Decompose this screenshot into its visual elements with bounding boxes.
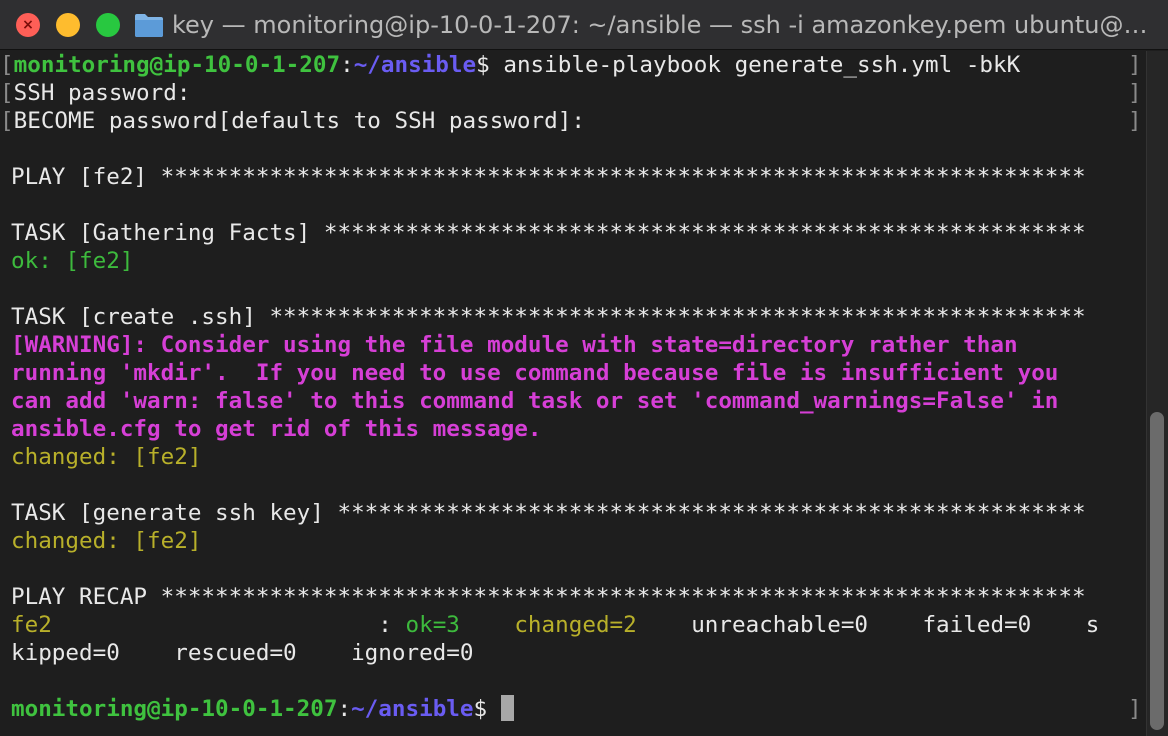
warning-line-2: running 'mkdir'. If you need to use comm…: [11, 360, 1059, 386]
recap-failed: failed=0: [922, 612, 1032, 638]
prompt-colon: :: [337, 696, 352, 722]
prompt-path: ~/ansible: [353, 52, 477, 78]
recap-gap: [868, 612, 922, 638]
recap-separator: :: [51, 612, 406, 638]
play-recap-header: PLAY RECAP *****************************…: [11, 584, 1086, 610]
prompt-colon: :: [340, 52, 354, 78]
command-text: ansible-playbook generate_ssh.yml -bkK: [489, 52, 1021, 78]
prompt-dollar: $: [476, 52, 490, 78]
window-title: key — monitoring@ip-10-0-1-207: ~/ansibl…: [172, 11, 1156, 39]
active-prompt[interactable]: monitoring@ip-10-0-1-207:~/ansible$: [11, 695, 514, 723]
terminal-content[interactable]: [monitoring@ip-10-0-1-207:~/ansible$ ans…: [0, 51, 1146, 736]
close-button[interactable]: ×: [16, 13, 40, 37]
title-bar[interactable]: × key — monitoring@ip-10-0-1-207: ~/ansi…: [0, 0, 1168, 50]
become-password-prompt: BECOME password[defaults to SSH password…: [13, 108, 585, 134]
prompt-user-host: monitoring@ip-10-0-1-207: [13, 52, 341, 78]
close-icon: ×: [22, 17, 34, 33]
prompt-path: ~/ansible: [351, 696, 474, 722]
recap-line: fe2 : ok=3 changed=2 unreachable=0 faile…: [11, 611, 1099, 639]
line-marker-right: ]: [1128, 108, 1142, 134]
warning-line-1: [WARNING]: Consider using the file modul…: [11, 332, 1018, 358]
task-create-ssh: TASK [create .ssh] *********************…: [11, 304, 1086, 330]
play-header: PLAY [fe2] *****************************…: [11, 164, 1086, 190]
recap-gap: [460, 612, 514, 638]
recap-gap: [1031, 612, 1085, 638]
recap-changed: changed=2: [514, 612, 637, 638]
line-marker-left: [: [0, 108, 14, 134]
ssh-password-line: [SSH password:: [0, 79, 190, 107]
recap-ok: ok=3: [405, 612, 460, 638]
recap-gap: [637, 612, 691, 638]
zoom-button[interactable]: [96, 13, 120, 37]
task-gathering-facts: TASK [Gathering Facts] *****************…: [11, 220, 1086, 246]
warning-line-3: can add 'warn: false' to this command ta…: [11, 388, 1059, 414]
changed-status: changed: [fe2]: [11, 528, 202, 554]
ssh-password-prompt: SSH password:: [13, 80, 191, 106]
line-marker-right: ]: [1128, 52, 1142, 78]
become-password-line: [BECOME password[defaults to SSH passwor…: [0, 107, 585, 135]
text-cursor: [500, 695, 514, 721]
line-marker-left: [: [0, 52, 14, 78]
minimize-button[interactable]: [56, 13, 80, 37]
scrollbar-thumb[interactable]: [1150, 412, 1164, 730]
changed-status: changed: [fe2]: [11, 444, 202, 470]
line-marker-right: ]: [1128, 80, 1142, 106]
terminal-window: × key — monitoring@ip-10-0-1-207: ~/ansi…: [0, 0, 1168, 736]
line-marker-left: [: [0, 80, 14, 106]
warning-line-4: ansible.cfg to get rid of this message.: [11, 416, 542, 442]
task-generate-ssh-key: TASK [generate ssh key] ****************…: [11, 500, 1086, 526]
prompt-user-host: monitoring@ip-10-0-1-207: [11, 696, 338, 722]
recap-line-continued: kipped=0 rescued=0 ignored=0: [11, 640, 474, 666]
ok-status: ok: [fe2]: [11, 248, 134, 274]
line-marker-right: ]: [1128, 696, 1142, 722]
prompt-dollar: $: [473, 696, 488, 722]
recap-skipped-start: s: [1085, 612, 1100, 638]
command-line: [monitoring@ip-10-0-1-207:~/ansible$ ans…: [0, 51, 1020, 79]
recap-host: fe2: [11, 612, 52, 638]
recap-unreachable: unreachable=0: [691, 612, 869, 638]
folder-icon: [135, 14, 163, 37]
